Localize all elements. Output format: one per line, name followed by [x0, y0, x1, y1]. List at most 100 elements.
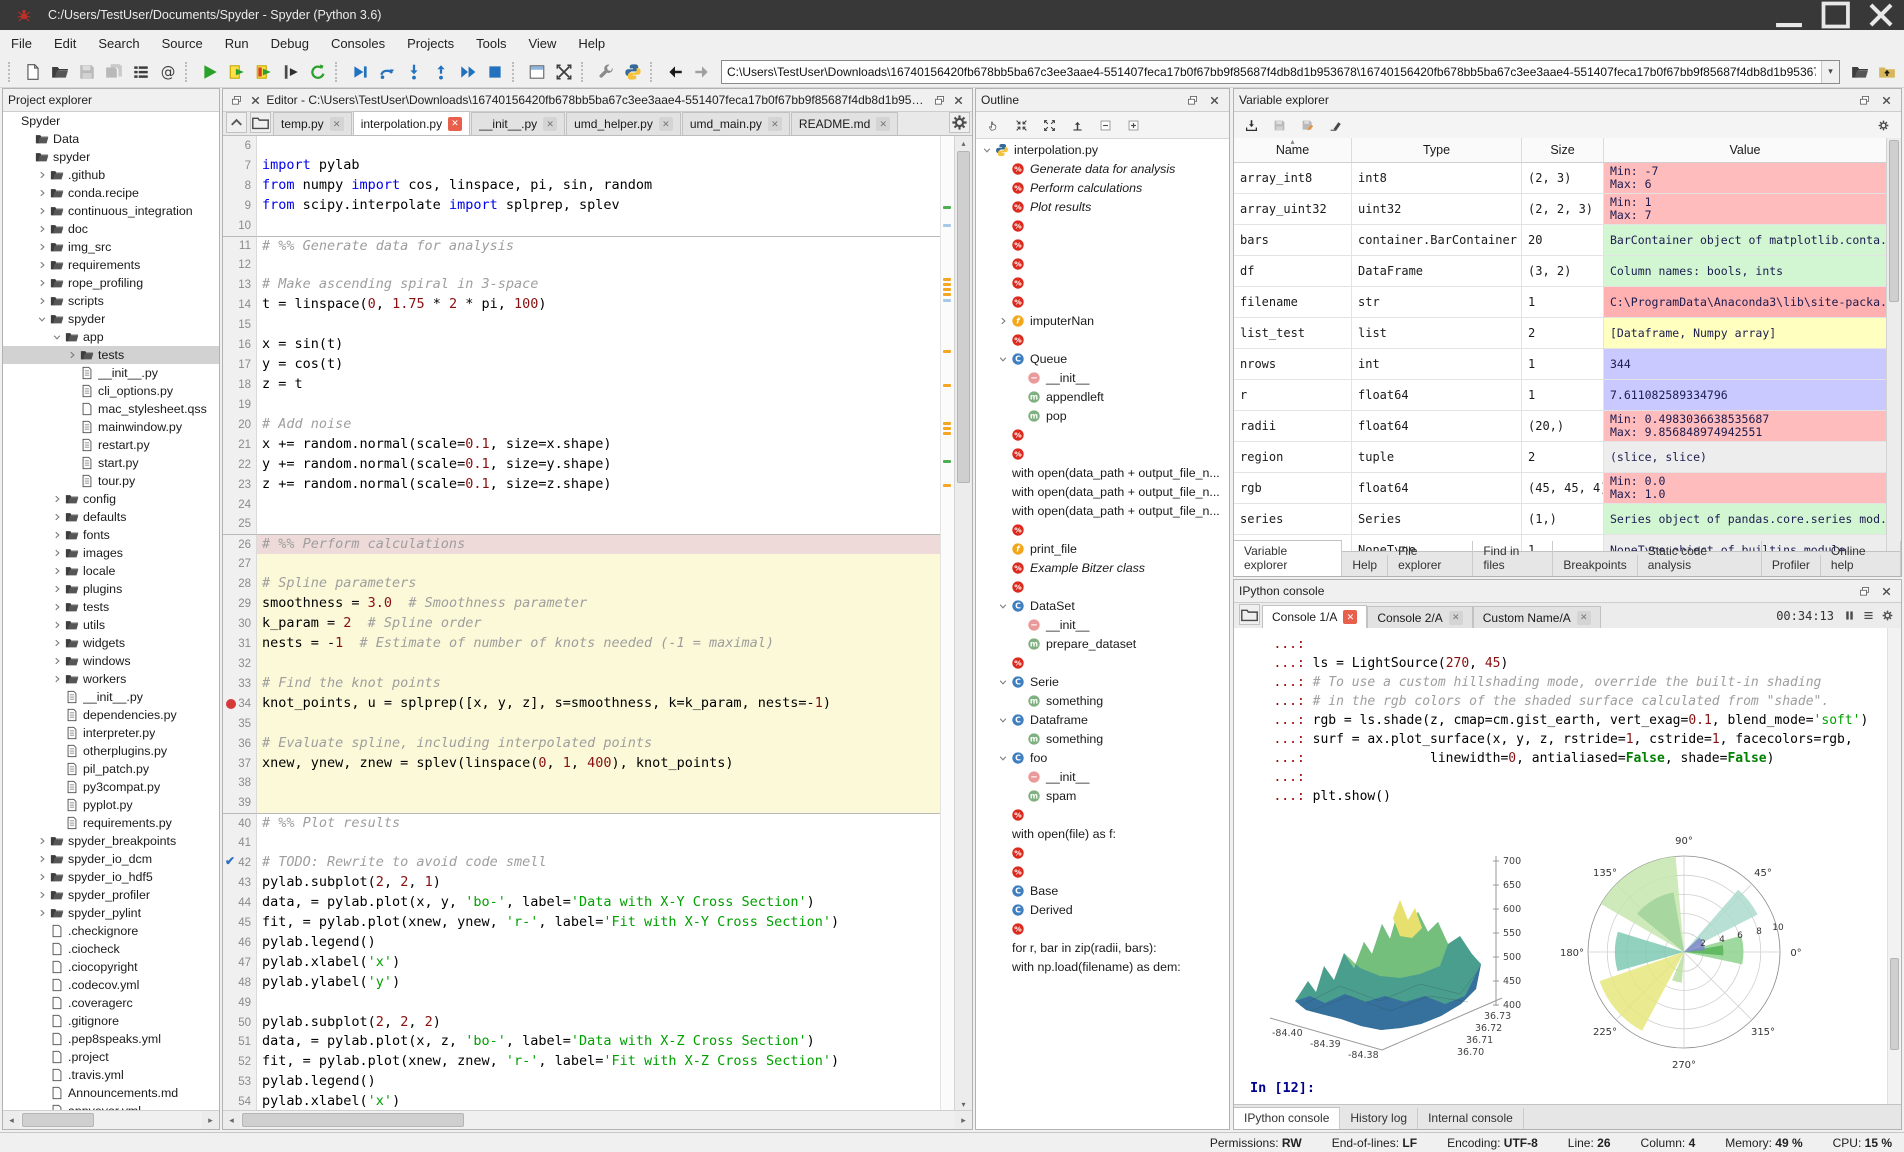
variable-value[interactable]: Min: 0.0 Max: 1.0 — [1604, 473, 1887, 503]
tree-item-requirements.py[interactable]: requirements.py — [3, 814, 219, 832]
scroll-left-arrow[interactable]: ◂ — [223, 1111, 240, 1129]
bottom-tab-ipython-console[interactable]: IPython console — [1234, 1107, 1341, 1129]
varexp-eraser-button[interactable] — [1326, 117, 1345, 134]
tree-item-spyder_breakpoints[interactable]: spyder_breakpoints — [3, 832, 219, 850]
tree-item-.coveragerc[interactable]: .coveragerc — [3, 994, 219, 1012]
tab-close-icon[interactable]: ✕ — [1448, 610, 1463, 625]
vscroll-thumb[interactable] — [957, 151, 970, 483]
outline-expand-button[interactable] — [1040, 117, 1059, 134]
bottom-tab-history-log[interactable]: History log — [1340, 1108, 1419, 1129]
tree-item-interpreter.py[interactable]: interpreter.py — [3, 724, 219, 742]
varexp-options-button[interactable] — [1874, 117, 1893, 134]
chevron-down-icon[interactable] — [996, 753, 1009, 763]
outline-collapse-button[interactable] — [1012, 117, 1031, 134]
layout-button[interactable] — [550, 58, 577, 85]
varexp-save-button[interactable] — [1270, 117, 1289, 134]
outline-item-cell[interactable]: % — [976, 444, 1229, 463]
outline-close-button[interactable] — [1205, 92, 1224, 109]
chevron-down-icon[interactable] — [35, 314, 48, 324]
step-over-button[interactable] — [373, 58, 400, 85]
chevron-right-icon[interactable] — [35, 278, 48, 288]
tree-item-rope_profiling[interactable]: rope_profiling — [3, 274, 219, 292]
editor-tab-umd_helper.py[interactable]: umd_helper.py ✕ — [566, 112, 681, 135]
tree-item-windows[interactable]: windows — [3, 652, 219, 670]
maximize-button[interactable] — [1812, 0, 1858, 30]
tree-item-dependencies.py[interactable]: dependencies.py — [3, 706, 219, 724]
tools-button[interactable] — [592, 58, 619, 85]
chevron-right-icon[interactable] — [50, 620, 63, 630]
editor-tab-__init__.py[interactable]: __init__.py ✕ — [471, 112, 566, 135]
save-all-button[interactable] — [100, 58, 127, 85]
outline-item-__init__[interactable]: − __init__ — [976, 767, 1229, 786]
tab-close-icon[interactable]: ✕ — [1576, 610, 1591, 625]
tree-item-py3compat.py[interactable]: py3compat.py — [3, 778, 219, 796]
chevron-down-icon[interactable] — [980, 145, 993, 155]
outline-item-print_file[interactable]: f print_file — [976, 539, 1229, 558]
tree-item-.gitignore[interactable]: .gitignore — [3, 1012, 219, 1030]
tree-item-fonts[interactable]: fonts — [3, 526, 219, 544]
chevron-right-icon[interactable] — [50, 584, 63, 594]
tree-item-Data[interactable]: Data — [3, 130, 219, 148]
outline-item-__init__[interactable]: − __init__ — [976, 368, 1229, 387]
scroll-flag[interactable] — [943, 293, 951, 296]
chevron-right-icon[interactable] — [35, 908, 48, 918]
tree-item-__init__.py[interactable]: __init__.py — [3, 364, 219, 382]
tree-item-Announcements.md[interactable]: Announcements.md — [3, 1084, 219, 1102]
tree-item-scripts[interactable]: scripts — [3, 292, 219, 310]
tree-item-utils[interactable]: utils — [3, 616, 219, 634]
tab-close-icon[interactable]: ✕ — [1343, 610, 1358, 624]
scroll-right-arrow[interactable]: ▸ — [202, 1111, 219, 1129]
tree-item-.ciocheck[interactable]: .ciocheck — [3, 940, 219, 958]
console-pause-button[interactable] — [1840, 607, 1859, 624]
variable-explorer-float-button[interactable] — [1855, 92, 1874, 109]
menu-file[interactable]: File — [0, 36, 43, 51]
outline-item-Derived[interactable]: C Derived — [976, 900, 1229, 919]
pane-tab-online-help[interactable]: Online help — [1821, 541, 1901, 576]
chevron-right-icon[interactable] — [996, 316, 1009, 326]
scroll-right-arrow[interactable]: ▸ — [955, 1111, 972, 1129]
tree-item-__init__.py[interactable]: __init__.py — [3, 688, 219, 706]
pane-tab-profiler[interactable]: Profiler — [1762, 555, 1821, 576]
variable-value[interactable]: [Dataframe, Numpy array] — [1604, 318, 1887, 348]
chevron-right-icon[interactable] — [50, 494, 63, 504]
run-cell-button[interactable] — [223, 58, 250, 85]
menu-debug[interactable]: Debug — [260, 36, 320, 51]
working-directory-input[interactable] — [722, 64, 1821, 79]
chevron-down-icon[interactable] — [50, 332, 63, 342]
pane-tab-breakpoints[interactable]: Breakpoints — [1553, 555, 1638, 576]
tree-item-spyder_io_hdf5[interactable]: spyder_io_hdf5 — [3, 868, 219, 886]
variable-row-filename[interactable]: filename str 1 C:\ProgramData\Anaconda3\lib… — [1234, 287, 1887, 318]
outline-hand-button[interactable] — [984, 117, 1003, 134]
tree-item-spyder_io_dcm[interactable]: spyder_io_dcm — [3, 850, 219, 868]
chevron-right-icon[interactable] — [35, 836, 48, 846]
outline-item-cell[interactable]: % — [976, 862, 1229, 881]
tree-item-.ciocopyright[interactable]: .ciocopyright — [3, 958, 219, 976]
outline-plus-box-button[interactable] — [1124, 117, 1143, 134]
chevron-right-icon[interactable] — [50, 674, 63, 684]
scroll-flag[interactable] — [943, 288, 951, 291]
outline-item-imputerNan[interactable]: f imputerNan — [976, 311, 1229, 330]
scroll-flag[interactable] — [943, 283, 951, 286]
tree-item-conda.recipe[interactable]: conda.recipe — [3, 184, 219, 202]
scroll-flag[interactable] — [943, 460, 951, 463]
tab-close-icon[interactable]: ✕ — [767, 117, 782, 131]
column-header-size[interactable]: Size — [1522, 138, 1604, 162]
outline-item-cell[interactable]: % — [976, 292, 1229, 311]
menu-consoles[interactable]: Consoles — [320, 36, 396, 51]
tree-item-restart.py[interactable]: restart.py — [3, 436, 219, 454]
menu-run[interactable]: Run — [214, 36, 260, 51]
column-header-value[interactable]: Value — [1604, 138, 1887, 162]
outline-item-Generate data for analysis[interactable]: % Generate data for analysis — [976, 159, 1229, 178]
scroll-flag[interactable] — [943, 484, 951, 487]
chevron-right-icon[interactable] — [35, 170, 48, 180]
console-tab-Custom-Name/A[interactable]: Custom Name/A ✕ — [1472, 606, 1601, 628]
step-out-button[interactable] — [427, 58, 454, 85]
pane-tab-variable-explorer[interactable]: Variable explorer — [1234, 540, 1343, 576]
python-path-button[interactable] — [619, 58, 646, 85]
vscroll-up-arrow[interactable]: ▴ — [955, 136, 972, 150]
tree-item-.github[interactable]: .github — [3, 166, 219, 184]
chevron-right-icon[interactable] — [35, 242, 48, 252]
rerun-button[interactable] — [304, 58, 331, 85]
tree-item-config[interactable]: config — [3, 490, 219, 508]
tree-item-doc[interactable]: doc — [3, 220, 219, 238]
